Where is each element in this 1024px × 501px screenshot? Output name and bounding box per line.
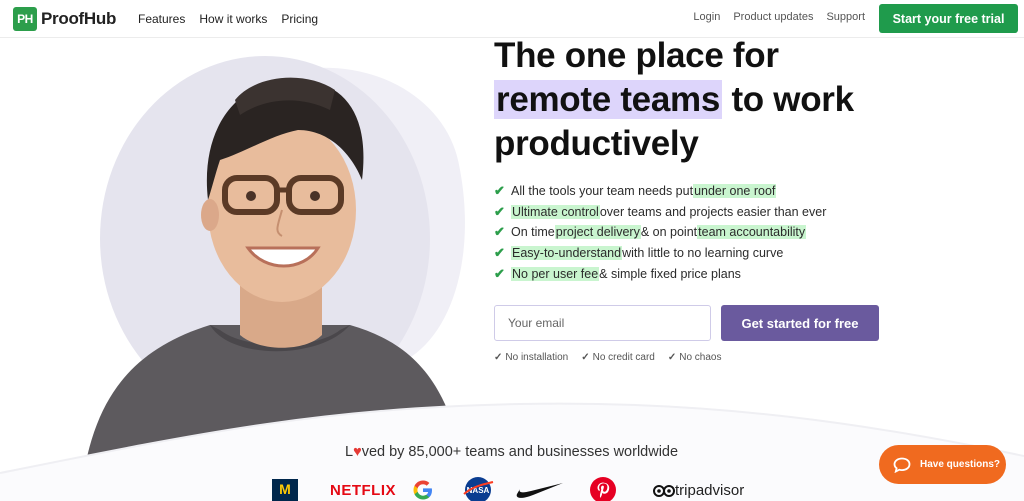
proofhub-logo[interactable]: PH ProofHub [13, 7, 116, 31]
perk-item: ✓ No installation [494, 352, 569, 363]
feature-item: ✔ On time project delivery & on point te… [494, 224, 807, 240]
chat-bubble-icon [893, 457, 911, 473]
headline-line-2: remote teams to work [494, 78, 954, 122]
customer-logos: M NETFLIX NASA tripadvisor [272, 476, 762, 501]
tripadvisor-logo: tripadvisor [653, 482, 744, 499]
check-icon: ✔ [494, 224, 505, 240]
nav-link-how-it-works[interactable]: How it works [199, 12, 267, 26]
headline-line-3: productively [494, 124, 699, 163]
nasa-logo: NASA [463, 477, 494, 501]
logo-text: ProofHub [41, 9, 117, 28]
check-icon: ✔ [494, 183, 505, 199]
check-icon: ✔ [494, 265, 505, 281]
nike-logo [516, 483, 563, 498]
nav-link-features[interactable]: Features [138, 12, 185, 26]
chat-label: Have questions? [920, 459, 1001, 470]
feature-item: ✔ Ultimate control over teams and projec… [494, 203, 827, 219]
nav-link-product-updates[interactable]: Product updates [733, 11, 813, 23]
checkmark-icon: ✓ [667, 352, 677, 363]
feature-item: ✔ All the tools your team needs put unde… [494, 183, 777, 199]
headline-line-1: The one place for [494, 36, 779, 75]
michigan-logo: M [272, 479, 298, 501]
owl-icon [653, 484, 675, 497]
social-proof-text: L♥ved by 85,000+ teams and businesses wo… [345, 444, 679, 460]
checkmark-icon: ✓ [581, 352, 590, 363]
pinterest-logo [590, 477, 616, 501]
nav-link-pricing[interactable]: Pricing [281, 12, 318, 26]
secondary-nav: Login Product updates Support [693, 11, 865, 23]
nav-link-login[interactable]: Login [693, 11, 720, 23]
hero-headline: The one place for remote teams to work p… [494, 34, 954, 166]
heart-icon: ♥ [353, 444, 362, 460]
primary-nav: Features How it works Pricing [138, 12, 318, 26]
perk-item: ✓ No credit card [581, 352, 655, 363]
feature-item: ✔ Easy-to-understand with little to no l… [494, 245, 784, 261]
feature-list: ✔ All the tools your team needs put unde… [494, 181, 826, 284]
have-questions-chat-button[interactable]: Have questions? [879, 445, 1006, 484]
netflix-logo: NETFLIX [330, 482, 396, 499]
check-icon: ✔ [494, 245, 505, 261]
headline-highlight: remote teams [494, 80, 723, 119]
perks-list: ✓ No installation ✓ No credit card ✓ No cha… [494, 352, 721, 363]
start-free-trial-button[interactable]: Start your free trial [879, 4, 1018, 33]
email-input[interactable] [494, 305, 711, 341]
feature-item: ✔ No per user fee & simple fixed price p… [494, 265, 741, 281]
google-logo [413, 480, 432, 500]
nav-link-support[interactable]: Support [826, 11, 865, 23]
get-started-button[interactable]: Get started for free [721, 305, 879, 341]
logo-mark: PH [13, 7, 37, 31]
check-icon: ✔ [494, 203, 505, 219]
headline-line-2-rest: to work [722, 80, 854, 119]
perk-item: ✓ No chaos [667, 352, 722, 363]
top-nav: PH ProofHub Features How it works Pricin… [0, 0, 1024, 38]
checkmark-icon: ✓ [494, 352, 503, 363]
